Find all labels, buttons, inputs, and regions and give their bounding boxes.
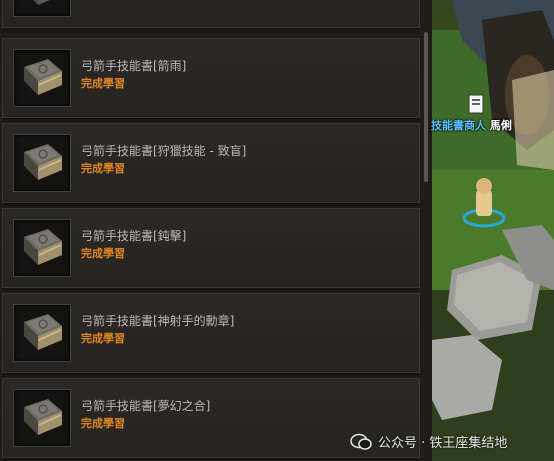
learn-status: 完成學習 [81,417,125,430]
skill-book-icon-box [13,134,71,192]
skill-book-name: 弓箭手技能書[箭雨] [81,59,187,73]
watermark: 公众号 · 铁王座集结地 [350,432,507,451]
npc-title: 技能書商人 [431,119,486,132]
skill-book-icon-box [13,0,71,17]
learn-status: 完成學習 [81,77,125,90]
skill-book-icon-box [13,304,71,362]
list-item[interactable]: 弓箭手技能書[鈍擊] 完成學習 [2,208,420,293]
list-item[interactable]: 弓箭手技能書[箭雨] 完成學習 [2,38,420,123]
wechat-icon [350,433,372,450]
skill-book-icon-box [13,389,71,447]
list-item-partial[interactable] [2,0,420,33]
quest-book-icon [468,94,484,114]
skill-book-name: 弓箭手技能書[神射手的勳章] [81,314,235,328]
learn-status: 完成學習 [81,332,125,345]
skill-book-icon [33,0,50,5]
skill-book-icon [24,59,62,95]
skill-book-name: 弓箭手技能書[夢幻之合] [81,399,211,413]
skill-book-icon-box [13,219,71,277]
learn-status: 完成學習 [81,247,125,260]
skill-book-icon [24,399,62,435]
skill-book-name: 弓箭手技能書[狩獵技能 - 致盲] [81,144,247,158]
skill-book-list-panel: 弓箭手技能書[箭雨] 完成學習 弓箭手技能書[狩獵技能 - 致盲] 完成學習 弓… [0,0,433,461]
skill-book-icon [24,314,62,350]
list-scrollbar[interactable] [424,32,428,182]
list-item[interactable]: 弓箭手技能書[神射手的勳章] 完成學習 [2,293,420,378]
game-world-view[interactable] [432,0,554,461]
skill-book-icon [24,229,62,265]
list-item[interactable]: 弓箭手技能書[狩獵技能 - 致盲] 完成學習 [2,123,420,208]
npc-nameplate[interactable]: 技能書商人 馬俐 [431,117,512,133]
npc-name: 馬俐 [489,119,512,132]
watermark-text: 公众号 · 铁王座集结地 [378,436,508,451]
skill-book-icon [24,144,62,180]
world-scene [432,0,554,461]
skill-book-name: 弓箭手技能書[鈍擊] [81,229,187,243]
skill-book-icon-box [13,49,71,107]
learn-status: 完成學習 [81,162,125,175]
